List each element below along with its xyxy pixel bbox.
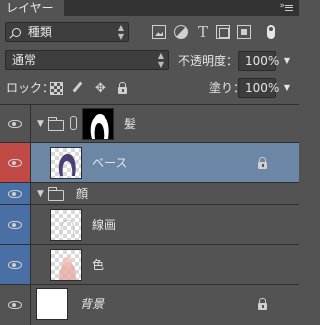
visibility-cell[interactable] bbox=[0, 285, 31, 325]
visibility-cell[interactable] bbox=[0, 205, 31, 244]
fill-input[interactable]: 100% bbox=[238, 78, 279, 98]
layer-lock-icon bbox=[258, 157, 267, 169]
layer-name: 背景 bbox=[80, 297, 105, 311]
mask-link-icon[interactable] bbox=[70, 116, 77, 130]
layer-row-base[interactable]: ベース bbox=[0, 143, 299, 183]
tab-layers[interactable]: レイヤー bbox=[0, 0, 64, 16]
lock-label: ロック： bbox=[6, 81, 55, 95]
fill-dropdown-arrow-icon[interactable]: ▼ bbox=[281, 78, 293, 98]
lock-position-icon[interactable]: ✥ bbox=[94, 82, 107, 95]
panel-tab-bar: レイヤー » bbox=[0, 0, 299, 16]
visibility-eye-icon[interactable] bbox=[8, 120, 22, 128]
blend-mode-value: 通常 bbox=[12, 53, 37, 67]
layer-name: 線画 bbox=[92, 218, 117, 232]
layer-row-hair-group[interactable]: ▼ 髪 bbox=[0, 105, 299, 143]
layer-thumbnail[interactable] bbox=[50, 209, 82, 241]
visibility-eye-icon[interactable] bbox=[8, 261, 22, 269]
layer-filter-bar: 種類 ▲ ▼ T bbox=[0, 18, 299, 46]
panel-menu-icon[interactable]: » bbox=[279, 0, 295, 16]
lineart-thumbnail-art bbox=[60, 219, 75, 237]
lock-image-pixels-icon[interactable] bbox=[71, 82, 84, 95]
visibility-eye-icon[interactable] bbox=[8, 221, 22, 229]
layer-row-background[interactable]: 背景 bbox=[0, 285, 299, 325]
layer-list: ▼ 髪 ベース ▼ 顔 線画 色 背景 bbox=[0, 104, 299, 325]
filter-type-select[interactable]: 種類 ▲ ▼ bbox=[5, 22, 129, 42]
layer-name: 髪 bbox=[124, 117, 137, 131]
disclosure-triangle-icon[interactable]: ▼ bbox=[37, 189, 44, 199]
opacity-dropdown-arrow-icon[interactable]: ▼ bbox=[281, 51, 293, 71]
visibility-eye-icon[interactable] bbox=[8, 159, 22, 167]
layer-row-face-group[interactable]: ▼ 顔 bbox=[0, 183, 299, 205]
lock-all-icon[interactable] bbox=[116, 82, 129, 95]
opacity-label: 不透明度： bbox=[178, 54, 239, 68]
disclosure-triangle-icon[interactable]: ▼ bbox=[37, 119, 44, 129]
folder-icon bbox=[47, 117, 64, 131]
search-icon bbox=[12, 28, 21, 37]
lock-transparent-pixels-icon[interactable] bbox=[50, 82, 63, 95]
visibility-cell[interactable] bbox=[0, 183, 31, 204]
visibility-eye-icon[interactable] bbox=[8, 301, 22, 309]
layer-mask-thumbnail[interactable] bbox=[82, 108, 114, 140]
color-thumbnail-art bbox=[59, 257, 76, 280]
opacity-input[interactable]: 100% bbox=[238, 51, 279, 71]
layer-name: 色 bbox=[92, 258, 105, 272]
blend-opacity-bar: 通常 ▲ ▼ 不透明度： 100% ▼ bbox=[0, 47, 299, 73]
layer-thumbnail[interactable] bbox=[50, 147, 82, 179]
layer-thumbnail[interactable] bbox=[50, 249, 82, 281]
layer-row-lineart[interactable]: 線画 bbox=[0, 205, 299, 245]
chevron-updown-icon: ▲ ▼ bbox=[117, 23, 124, 41]
image-filter-icon[interactable] bbox=[152, 25, 166, 39]
layer-row-color[interactable]: 色 bbox=[0, 245, 299, 285]
layer-name: ベース bbox=[92, 156, 128, 170]
filter-toggle-icon[interactable] bbox=[263, 23, 279, 41]
adjustment-filter-icon[interactable] bbox=[174, 25, 188, 39]
folder-icon bbox=[47, 187, 64, 201]
visibility-cell[interactable] bbox=[0, 245, 31, 284]
hair-thumbnail-art bbox=[58, 154, 76, 176]
visibility-eye-icon[interactable] bbox=[8, 190, 22, 198]
layers-panel: レイヤー » 種類 ▲▼ T 通常 ▲▼ 不透明度： 100% ▼ ロック： bbox=[0, 0, 299, 325]
layer-lock-icon bbox=[258, 298, 267, 310]
type-filter-icon[interactable]: T bbox=[196, 25, 210, 40]
visibility-cell[interactable] bbox=[0, 105, 31, 142]
smart-object-filter-icon[interactable] bbox=[237, 25, 251, 39]
chevron-updown-icon: ▲ ▼ bbox=[157, 51, 164, 69]
visibility-cell[interactable] bbox=[0, 143, 31, 182]
layer-thumbnail[interactable] bbox=[36, 288, 68, 320]
blend-mode-select[interactable]: 通常 ▲ ▼ bbox=[5, 50, 169, 70]
hair-mask-shape bbox=[90, 114, 109, 139]
shape-filter-icon[interactable] bbox=[216, 25, 230, 39]
layer-name: 顔 bbox=[76, 187, 89, 201]
filter-type-label: 種類 bbox=[27, 25, 52, 39]
